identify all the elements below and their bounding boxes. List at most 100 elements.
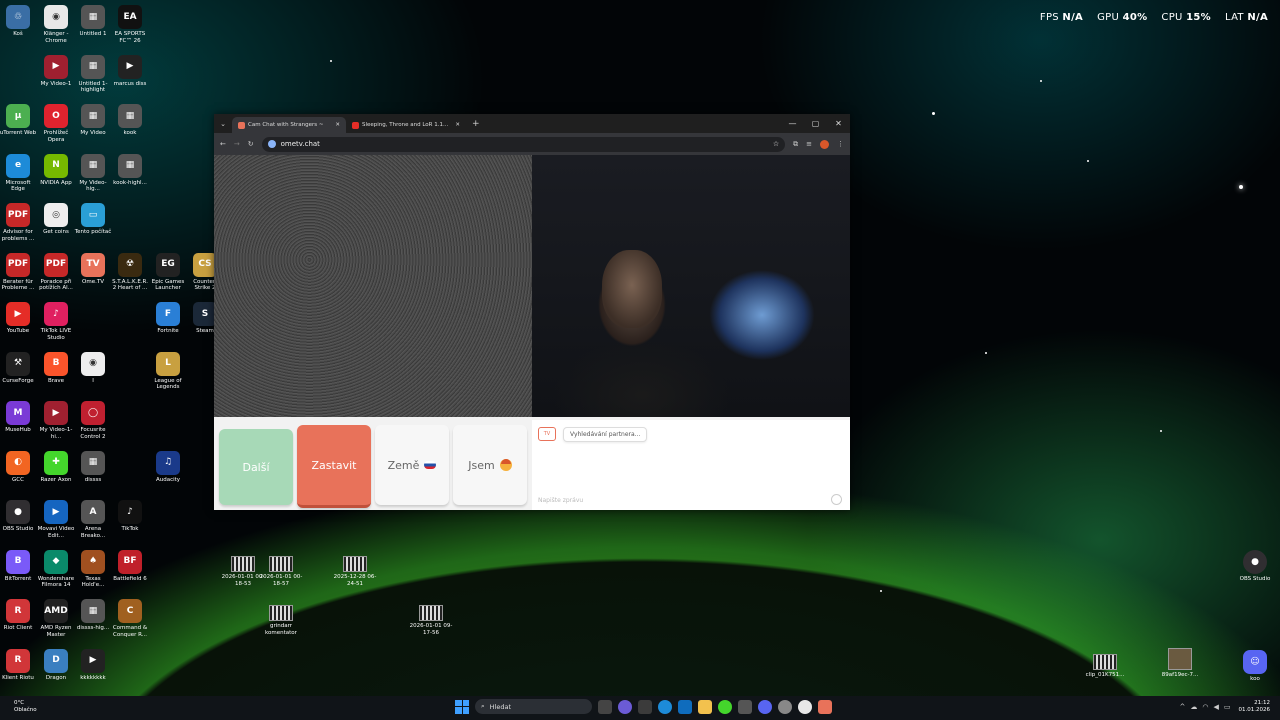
tab-search-icon[interactable]: ⌄ — [214, 120, 232, 128]
bookmark-star-icon[interactable]: ☆ — [773, 140, 779, 148]
desktop-icon[interactable]: ▦ kook — [111, 104, 149, 137]
site-info-icon[interactable] — [267, 140, 276, 148]
razer-icon[interactable] — [718, 699, 732, 714]
address-bar[interactable]: ometv.chat ☆ — [261, 136, 786, 152]
steam-icon[interactable] — [738, 699, 752, 714]
desktop-icon[interactable]: ▦ My Video-hig... — [74, 153, 112, 193]
desktop-file[interactable]: 2025-12-28 06-24-51 — [333, 556, 377, 587]
start-button[interactable] — [455, 699, 469, 714]
volume-icon[interactable]: ◀ — [1213, 703, 1218, 711]
media-controls-icon[interactable]: ≡ — [806, 140, 812, 148]
store-icon[interactable] — [638, 699, 652, 714]
desktop-file[interactable]: grindarr komentator — [259, 605, 303, 636]
forward-icon[interactable]: → — [234, 140, 240, 148]
desktop-file[interactable]: 2026-01-01 09-17-56 — [409, 605, 453, 636]
desktop-icon[interactable]: ▦ dissss — [74, 450, 112, 484]
gender-button[interactable]: Jsem — [453, 425, 527, 505]
desktop-icon[interactable]: R Klient Riotu — [0, 648, 37, 682]
next-button[interactable]: Další — [219, 429, 293, 505]
close-window-button[interactable]: ✕ — [827, 114, 850, 133]
desktop-icon[interactable]: µ uTorrent Web — [0, 104, 37, 137]
message-input[interactable]: Napište zprávu — [538, 497, 583, 504]
desktop-icon[interactable]: ◎ Get coins — [37, 203, 75, 236]
desktop-icon[interactable]: L League of Legends — [149, 351, 187, 391]
network-icon[interactable]: ◠ — [1202, 703, 1208, 711]
desktop-icon[interactable]: C Command & Conquer R... — [111, 599, 149, 638]
tab-ometv[interactable]: Cam Chat with Strangers ~ ✕ — [232, 117, 346, 133]
file-explorer-icon[interactable] — [698, 699, 712, 714]
desktop-icon[interactable]: ▦ My Video — [74, 104, 112, 137]
desktop-icon[interactable]: ♲ Koš — [0, 5, 37, 38]
desktop-icon[interactable]: ▦ Untitled 1-highlight — [74, 54, 112, 94]
desktop-icon[interactable]: ▶ My Video-1 — [37, 54, 75, 88]
desktop-icon[interactable]: M MuseHub — [0, 401, 37, 434]
task-view-icon[interactable] — [598, 699, 612, 714]
desktop-icon[interactable]: ✚ Razer Axon — [37, 450, 75, 484]
desktop-icon[interactable]: PDF Poradce při potížích Al... — [37, 252, 75, 292]
desktop-icon[interactable]: ▶ YouTube — [0, 302, 37, 335]
onedrive-icon[interactable]: ☁ — [1190, 703, 1197, 711]
profile-avatar[interactable] — [820, 139, 829, 149]
obs-taskbar-icon[interactable] — [778, 699, 792, 714]
desktop-icon[interactable]: N NVIDIA App — [37, 153, 75, 187]
desktop-icon[interactable]: ▶ My Video-1-hi... — [37, 401, 75, 440]
desktop-icon[interactable]: R Riot Client — [0, 599, 37, 632]
desktop-icon[interactable]: ◉ I — [74, 351, 112, 385]
taskbar-search[interactable]: ⌕ Hledat — [475, 699, 592, 714]
outlook-icon[interactable] — [678, 699, 692, 714]
desktop-icon[interactable]: ◉ Klänger - Chrome — [37, 5, 75, 44]
desktop-icon[interactable]: ● OBS Studio — [0, 500, 37, 533]
desktop-icon[interactable]: ▦ kook-highl... — [111, 153, 149, 187]
country-button[interactable]: Země — [375, 425, 449, 505]
desktop-icon[interactable]: ▭ Tento počítač — [74, 203, 112, 236]
desktop-file[interactable]: 2026-01-01 00-18-57 — [259, 556, 303, 587]
minimize-button[interactable]: — — [781, 114, 804, 133]
desktop-icon[interactable]: ▶ Movavi Video Edit... — [37, 500, 75, 539]
desktop-icon[interactable]: ◆ Wondershare Filmora 14 — [37, 549, 75, 589]
menu-icon[interactable]: ⋮ — [837, 140, 844, 148]
clock[interactable]: 21:12 01.01.2026 — [1239, 700, 1271, 714]
desktop-icon[interactable]: ▶ marcus diss — [111, 54, 149, 88]
emoji-picker-icon[interactable] — [831, 494, 842, 505]
desktop-icon[interactable]: D Dragon — [37, 648, 75, 682]
desktop-icon[interactable]: ♪ TikTok LIVE Studio — [37, 302, 75, 341]
desktop-icon[interactable]: ☢ S.T.A.L.K.E.R. 2 Heart of ... — [111, 252, 149, 292]
chrome-taskbar-icon[interactable] — [798, 699, 812, 714]
desktop-icon[interactable]: TV Ome.TV — [74, 252, 112, 286]
desktop-icon[interactable]: O Prohlížeč Opera — [37, 104, 75, 143]
desktop-icon[interactable]: ♠ Texas Hold'e... — [74, 549, 112, 589]
desktop-icon[interactable]: ◯ Focusrite Control 2 — [74, 401, 112, 440]
ometv-taskbar-icon[interactable] — [818, 699, 832, 714]
desktop-icon[interactable]: A Arena Breako... — [74, 500, 112, 539]
close-tab-icon[interactable]: ✕ — [455, 122, 460, 128]
extensions-icon[interactable]: ⧉ — [793, 140, 798, 149]
reload-icon[interactable]: ↻ — [248, 140, 254, 148]
discord-taskbar-icon[interactable] — [758, 699, 772, 714]
desktop-icon[interactable]: ▦ dissss-hig... — [74, 599, 112, 632]
desktop-icon[interactable]: PDF Berater für Probleme ... — [0, 252, 37, 292]
desktop-icon[interactable]: F Fortnite — [149, 302, 187, 335]
desktop-icon[interactable]: ♫ Audacity — [149, 450, 187, 484]
desktop-icon-obs[interactable]: ● OBS Studio — [1236, 550, 1274, 583]
weather-widget[interactable]: 0°C Oblačno — [14, 700, 37, 714]
desktop-icon[interactable]: ♪ TikTok — [111, 500, 149, 533]
desktop-icon[interactable]: ▦ Untitled 1 — [74, 5, 112, 38]
desktop-icon[interactable]: EA EA SPORTS FC™ 26 — [111, 5, 149, 44]
desktop-icon[interactable]: B Brave — [37, 351, 75, 385]
desktop-icon[interactable]: ▶ kkkkkkkk — [74, 648, 112, 682]
stop-button[interactable]: Zastavit — [297, 425, 371, 508]
desktop-icon-discord[interactable]: ☺ koo — [1236, 650, 1274, 683]
battery-icon[interactable]: ▭ — [1224, 703, 1231, 711]
desktop-icon[interactable]: EG Epic Games Launcher — [149, 252, 187, 292]
desktop-icon[interactable]: ⚒ CurseForge — [0, 351, 37, 385]
desktop-file[interactable]: 89af19ec-7... — [1158, 648, 1202, 679]
desktop-icon[interactable]: BF Battlefield 6 — [111, 549, 149, 583]
edge-icon[interactable] — [658, 699, 672, 714]
maximize-button[interactable]: ▢ — [804, 114, 827, 133]
desktop-icon[interactable]: ◐ GCC — [0, 450, 37, 484]
new-tab-button[interactable]: + — [466, 119, 480, 129]
chevron-up-icon[interactable]: ^ — [1180, 703, 1186, 711]
copilot-icon[interactable] — [618, 699, 632, 714]
tab-youtube[interactable]: Sleeping, Throne and LoR 1.1... ✕ — [346, 117, 466, 133]
desktop-icon[interactable]: PDF Advisor for problems ... — [0, 203, 37, 242]
